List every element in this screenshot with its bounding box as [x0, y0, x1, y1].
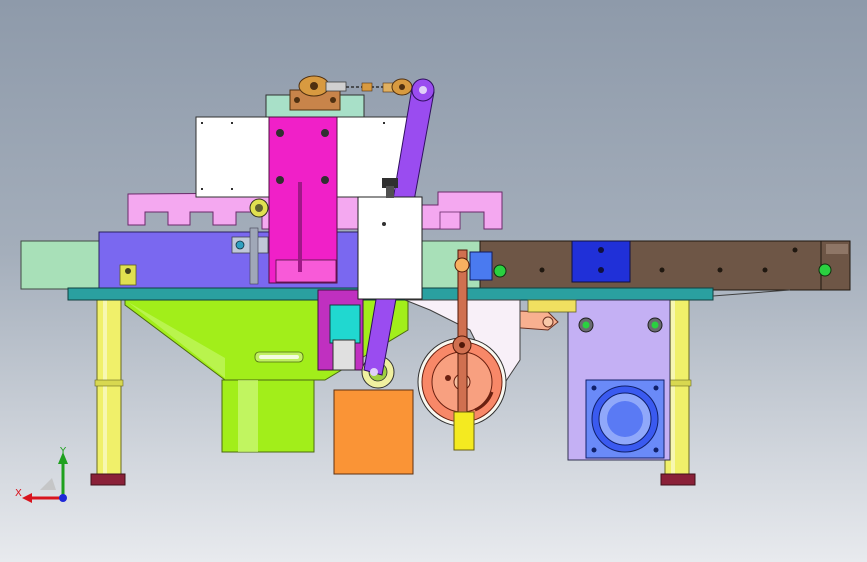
cam-bracket[interactable]: [317, 289, 364, 371]
gear-box[interactable]: [333, 389, 414, 475]
magenta-slide-block[interactable]: [268, 116, 338, 284]
left-foot: [90, 473, 126, 486]
y-axis-label: Y: [59, 446, 67, 457]
cad-viewport[interactable]: Y X: [0, 0, 867, 562]
machine-assembly-drawing[interactable]: Y X: [0, 0, 867, 562]
small-blue-block[interactable]: [469, 251, 493, 281]
x-axis-label: X: [15, 488, 22, 499]
hopper-spout: [221, 379, 315, 453]
tie-rod[interactable]: [298, 75, 413, 97]
drive-motor[interactable]: [585, 379, 665, 459]
z-axis-dot: [59, 494, 67, 502]
axis-triad: Y X: [15, 446, 68, 503]
left-support-leg[interactable]: [90, 299, 126, 486]
yellow-block[interactable]: [453, 411, 475, 451]
conveyor-rail[interactable]: [479, 240, 851, 291]
right-foot: [660, 473, 696, 486]
cyan-block: [329, 304, 361, 344]
